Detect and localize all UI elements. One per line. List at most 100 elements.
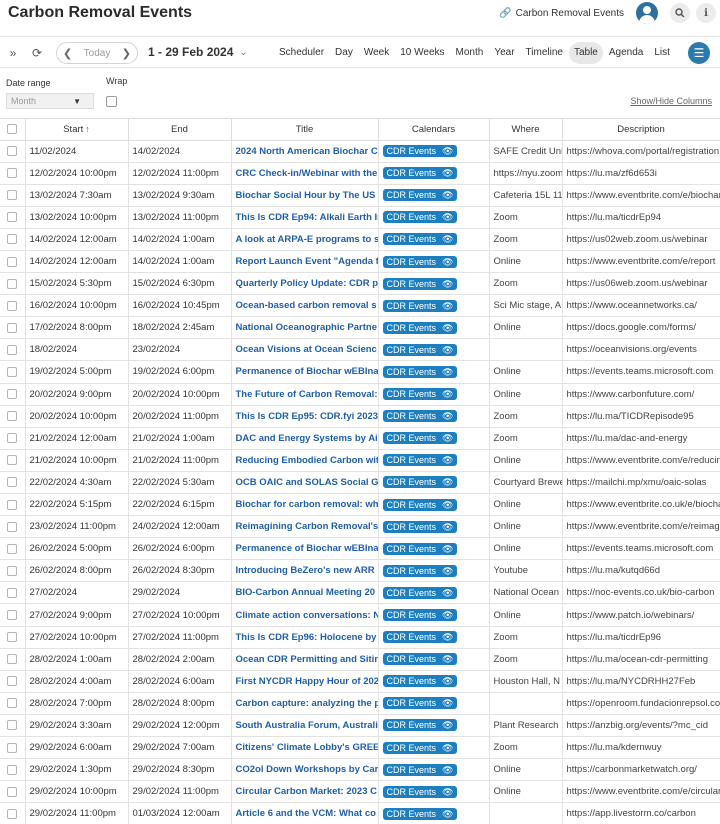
eye-icon[interactable]: 👁 — [442, 454, 453, 466]
table-row[interactable]: 28/02/2024 4:00am 28/02/2024 6:00am First … — [0, 670, 720, 693]
row-checkbox[interactable] — [0, 405, 26, 428]
cell-title[interactable]: OCB OAIC and SOLAS Social Ga — [231, 471, 379, 495]
eye-icon[interactable]: 👁 — [442, 742, 453, 754]
calendar-badge[interactable]: CDR Events 👁 — [382, 321, 458, 334]
cell-title[interactable]: Ocean CDR Permitting and Sitin — [231, 648, 379, 671]
cell-title[interactable]: 2024 North American Biochar Conference — [231, 140, 379, 163]
calendar-badge[interactable]: CDR Events 👁 — [382, 343, 458, 356]
eye-icon[interactable]: 👁 — [442, 675, 453, 687]
eye-icon[interactable]: 👁 — [442, 719, 453, 731]
row-checkbox[interactable] — [0, 250, 26, 274]
calendar-badge[interactable]: CDR Events 👁 — [382, 388, 458, 401]
cell-title[interactable]: A look at ARPA-E programs to s — [231, 228, 379, 251]
cell-title[interactable]: Reducing Embodied Carbon wit — [231, 449, 379, 472]
calendar-badge[interactable]: CDR Events 👁 — [382, 564, 458, 577]
row-checkbox[interactable] — [0, 559, 26, 583]
row-checkbox[interactable] — [0, 383, 26, 406]
table-row[interactable]: 19/02/2024 5:00pm 19/02/2024 6:00pm Perman… — [0, 360, 720, 384]
row-checkbox[interactable] — [0, 338, 26, 362]
cell-title[interactable]: Biochar for carbon removal: wh — [231, 493, 379, 517]
show-hide-columns-link[interactable]: Show/Hide Columns — [630, 96, 712, 106]
calendar-badge[interactable]: CDR Events 👁 — [382, 145, 458, 158]
row-checkbox[interactable] — [0, 449, 26, 472]
view-year-button[interactable]: Year — [489, 42, 519, 64]
eye-icon[interactable]: 👁 — [442, 476, 453, 488]
view-agenda-button[interactable]: Agenda — [604, 42, 648, 64]
eye-icon[interactable]: 👁 — [442, 233, 453, 245]
table-row[interactable]: 29/02/2024 11:00pm 01/03/2024 12:00am Arti… — [0, 802, 720, 824]
row-checkbox[interactable] — [0, 206, 26, 229]
calendar-badge[interactable]: CDR Events 👁 — [382, 432, 458, 445]
row-checkbox[interactable] — [0, 758, 26, 782]
cell-title[interactable]: DAC and Energy Systems by Ai — [231, 427, 379, 450]
table-row[interactable]: 20/02/2024 9:00pm 20/02/2024 10:00pm The F… — [0, 383, 720, 406]
eye-icon[interactable]: 👁 — [442, 388, 453, 400]
eye-icon[interactable]: 👁 — [442, 410, 453, 422]
view-10-weeks-button[interactable]: 10 Weeks — [395, 42, 449, 64]
cell-title[interactable]: CRC Check-in/Webinar with the — [231, 162, 379, 185]
table-row[interactable]: 21/02/2024 12:00am 21/02/2024 1:00am DAC a… — [0, 427, 720, 450]
eye-icon[interactable]: 👁 — [442, 300, 453, 312]
calendar-badge[interactable]: CDR Events 👁 — [382, 807, 458, 820]
row-checkbox[interactable] — [0, 802, 26, 824]
table-row[interactable]: 29/02/2024 1:30pm 29/02/2024 8:30pm CO2ol … — [0, 758, 720, 782]
calendar-badge[interactable]: CDR Events 👁 — [382, 741, 458, 754]
eye-icon[interactable]: 👁 — [442, 432, 453, 444]
calendar-badge[interactable]: CDR Events 👁 — [382, 631, 458, 644]
cell-title[interactable]: Circular Carbon Market: 2023 C — [231, 780, 379, 804]
calendar-badge[interactable]: CDR Events 👁 — [382, 542, 458, 555]
table-row[interactable]: 28/02/2024 7:00pm 28/02/2024 8:00pm Carbon… — [0, 692, 720, 715]
cell-title[interactable]: First NYCDR Happy Hour of 202 — [231, 670, 379, 693]
column-header-where[interactable]: Where — [489, 119, 563, 141]
collapse-sidebar-icon[interactable]: » — [4, 44, 22, 62]
calendar-badge[interactable]: CDR Events 👁 — [382, 454, 458, 467]
table-row[interactable]: 13/02/2024 7:30am 13/02/2024 9:30am Biocha… — [0, 184, 720, 207]
calendar-badge[interactable]: CDR Events 👁 — [382, 476, 458, 489]
column-header-end[interactable]: End — [128, 119, 232, 141]
chevron-left-icon[interactable]: ❮ — [63, 47, 72, 60]
eye-icon[interactable]: 👁 — [442, 587, 453, 599]
eye-icon[interactable]: 👁 — [442, 189, 453, 201]
cell-title[interactable]: Citizens' Climate Lobby's GREE — [231, 736, 379, 760]
eye-icon[interactable]: 👁 — [442, 609, 453, 621]
today-button[interactable]: Today — [84, 48, 111, 59]
calendar-badge[interactable]: CDR Events 👁 — [382, 697, 458, 710]
table-row[interactable]: 27/02/2024 10:00pm 27/02/2024 11:00pm This… — [0, 626, 720, 649]
cell-title[interactable]: Ocean-based carbon removal s — [231, 294, 379, 318]
info-icon[interactable]: i — [696, 3, 716, 23]
calendar-badge[interactable]: CDR Events 👁 — [382, 609, 458, 622]
table-row[interactable]: 13/02/2024 10:00pm 13/02/2024 11:00pm This… — [0, 206, 720, 229]
eye-icon[interactable]: 👁 — [442, 521, 453, 533]
eye-icon[interactable]: 👁 — [442, 764, 453, 776]
eye-icon[interactable]: 👁 — [442, 256, 453, 268]
cell-title[interactable]: Report Launch Event "Agenda f — [231, 250, 379, 274]
cell-title[interactable]: Biochar Social Hour by The US — [231, 184, 379, 207]
table-row[interactable]: 26/02/2024 8:00pm 26/02/2024 8:30pm Introd… — [0, 559, 720, 583]
table-row[interactable]: 15/02/2024 5:30pm 15/02/2024 6:30pm Quarte… — [0, 272, 720, 296]
cell-title[interactable]: Permanence of Biochar wEBIna — [231, 360, 379, 384]
cell-title[interactable]: Article 6 and the VCM: What co — [231, 802, 379, 824]
table-row[interactable]: 12/02/2024 10:00pm 12/02/2024 11:00pm CRC … — [0, 162, 720, 185]
table-row[interactable]: 14/02/2024 12:00am 14/02/2024 1:00am Repor… — [0, 250, 720, 274]
calendar-badge[interactable]: CDR Events 👁 — [382, 299, 458, 312]
cell-title[interactable]: Permanence of Biochar wEBIna — [231, 537, 379, 561]
view-table-button[interactable]: Table — [568, 42, 603, 64]
wrap-checkbox[interactable] — [106, 96, 117, 107]
calendar-badge[interactable]: CDR Events 👁 — [382, 189, 458, 202]
eye-icon[interactable]: 👁 — [442, 278, 453, 290]
eye-icon[interactable]: 👁 — [442, 145, 453, 157]
chevron-right-icon[interactable]: ❯ — [122, 47, 131, 60]
column-header-start[interactable]: Start ↑ — [25, 119, 129, 141]
row-checkbox[interactable] — [0, 272, 26, 296]
table-row[interactable]: 27/02/2024 9:00pm 27/02/2024 10:00pm Clima… — [0, 603, 720, 627]
eye-icon[interactable]: 👁 — [442, 366, 453, 378]
user-avatar-icon[interactable] — [636, 2, 658, 24]
cell-title[interactable]: Ocean Visions at Ocean Scienc — [231, 338, 379, 362]
cell-title[interactable]: National Oceanographic Partne — [231, 316, 379, 340]
table-row[interactable]: 29/02/2024 6:00am 29/02/2024 7:00am Citize… — [0, 736, 720, 760]
column-header-calendars[interactable]: Calendars — [378, 119, 490, 141]
row-checkbox[interactable] — [0, 162, 26, 185]
table-row[interactable]: 17/02/2024 8:00pm 18/02/2024 2:45am Nation… — [0, 316, 720, 340]
eye-icon[interactable]: 👁 — [442, 543, 453, 555]
row-checkbox[interactable] — [0, 360, 26, 384]
